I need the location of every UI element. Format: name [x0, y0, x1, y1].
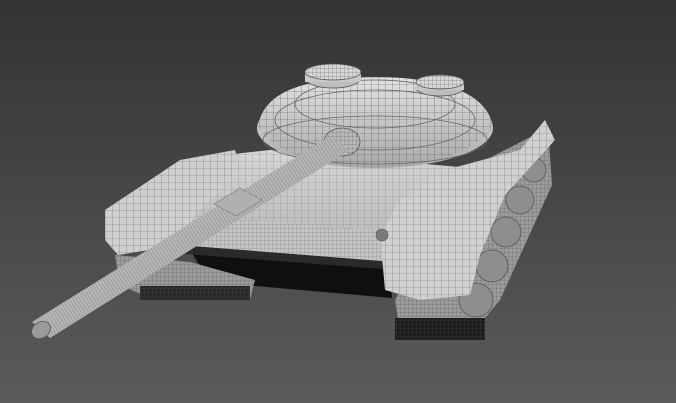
loader-hatch	[415, 74, 465, 97]
3d-viewport[interactable]	[0, 0, 676, 403]
commander-hatch	[304, 63, 362, 89]
headlight	[375, 228, 389, 242]
viewport-canvas[interactable]	[0, 0, 676, 403]
